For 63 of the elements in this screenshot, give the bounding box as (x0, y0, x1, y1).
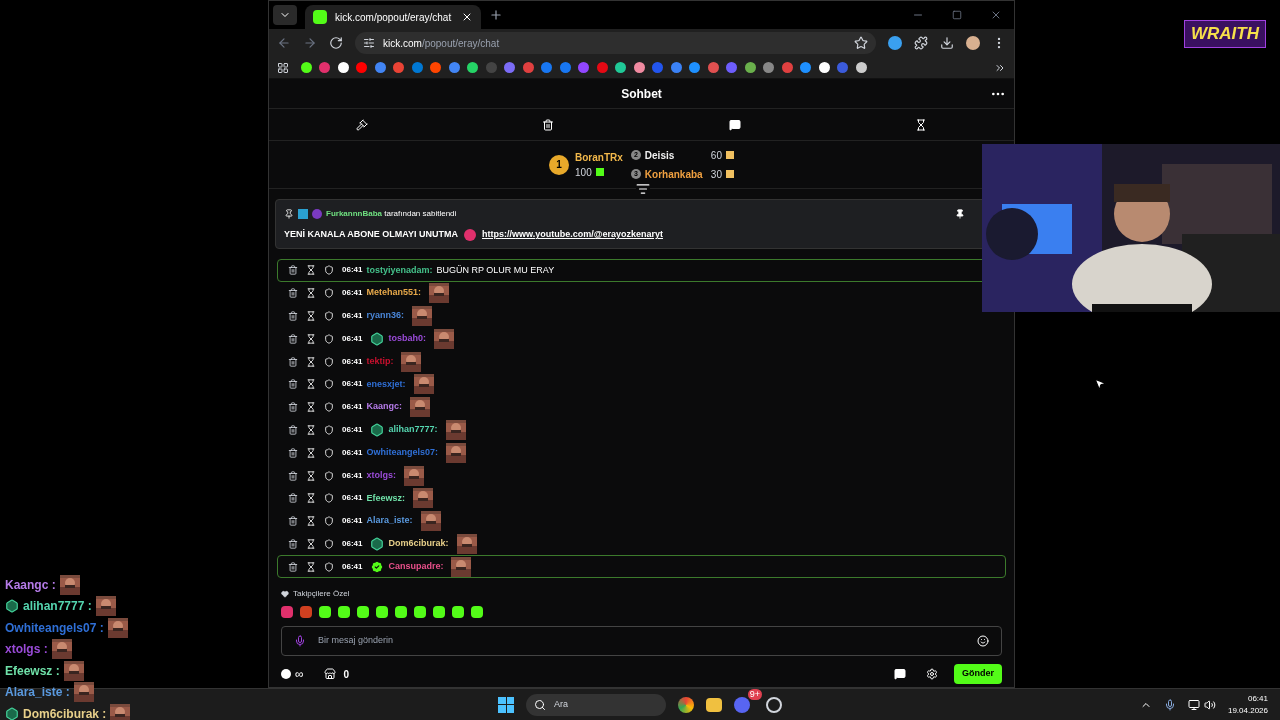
message-time: 06:41 (342, 537, 363, 550)
leader-amount: 30 (710, 167, 722, 182)
url-text: kick.com/popout/eray/chat (383, 36, 500, 51)
message-time: 06:41 (342, 264, 363, 277)
chat-username: Kaangc: (366, 400, 402, 414)
message-field[interactable]: Bir mesaj gönderin (318, 634, 965, 648)
tab-title: kick.com/popout/eray/chat (335, 10, 453, 25)
chat-username: tostyiyenadam: (366, 263, 433, 277)
browser-tab[interactable]: kick.com/popout/eray/chat (305, 5, 481, 29)
leader-name: Deisis (644, 148, 676, 163)
send-button[interactable]: Gönder (954, 664, 1002, 685)
clock-time: 06:41 (1247, 692, 1268, 705)
chat-username: Efeewsz: (366, 491, 405, 505)
overlay-username: Efeewsz : (5, 662, 60, 680)
chat-username: tosbah0: (388, 332, 426, 346)
leader-name: BoranTRx (575, 150, 623, 165)
chat-username: Metehan551: (366, 286, 421, 300)
overlay-username: xtolgs : (5, 641, 48, 659)
overlay-username: alihan7777 : (23, 598, 92, 616)
chat-message-text: BUGÜN RP OLUR MU ERAY (436, 263, 555, 277)
youtube-link[interactable]: https://www.youtube.com/@erayozkenaryt (482, 228, 663, 242)
chat-username: Cansupadre: (388, 560, 444, 573)
chat-username: Alara_iste: (366, 514, 413, 528)
message-time: 06:41 (342, 423, 363, 436)
message-time: 06:41 (342, 310, 363, 322)
leader-amount: 60 (710, 148, 722, 163)
clock-date: 19.04.2026 (1227, 704, 1268, 717)
message-time: 06:41 (342, 469, 363, 482)
wraith-logo: WRAITH (1184, 20, 1266, 48)
pinned-by-text: FurkannnBaba tarafından sabitlendi (326, 208, 457, 220)
message-time: 06:41 (342, 515, 363, 528)
address-bar[interactable]: kick.com/popout/eray/chat (355, 32, 876, 54)
message-time: 06:41 (342, 332, 363, 345)
chat-username: tektip: (366, 354, 394, 368)
points-text: ∞ (295, 666, 304, 684)
store-count: 0 (343, 667, 350, 682)
chat-username: Owhiteangels07: (366, 446, 438, 459)
message-time: 06:41 (342, 355, 363, 368)
overlay-username: Alara_iste : (5, 684, 70, 702)
message-time: 06:41 (342, 401, 363, 414)
chat-username: xtolgs: (366, 468, 396, 482)
message-time: 06:41 (342, 287, 363, 300)
search-placeholder: Ara (554, 697, 568, 711)
pinned-message-text: YENİ KANALA ABONE OLMAYI UNUTMA (284, 228, 458, 241)
message-time: 06:41 (342, 446, 363, 459)
chat-username: enesxjet: (366, 377, 406, 391)
overlay-username: Owhiteangels07 : (5, 619, 104, 637)
chat-username: Dom6ciburak: (388, 537, 449, 551)
overlay-username: Kaangc : (5, 576, 56, 594)
leader-name: Korhankaba (644, 167, 704, 182)
chat-username: alihan7777: (388, 423, 438, 437)
emote-section-title: Takipçilere Özel (293, 588, 350, 601)
message-time: 06:41 (342, 560, 363, 573)
chat-username: ryann36: (366, 309, 404, 323)
notification-badge: 9+ (747, 688, 762, 700)
taskbar-search[interactable]: Ara (526, 693, 666, 716)
message-time: 06:41 (342, 378, 363, 391)
message-input[interactable]: Bir mesaj gönderin (281, 626, 1002, 657)
overlay-username: Dom6ciburak : (23, 705, 107, 720)
message-time: 06:41 (342, 492, 363, 505)
chat-title: Sohbet (621, 85, 662, 103)
leader-amount: 100 (575, 165, 592, 180)
rank-badge: 1 (549, 154, 570, 175)
